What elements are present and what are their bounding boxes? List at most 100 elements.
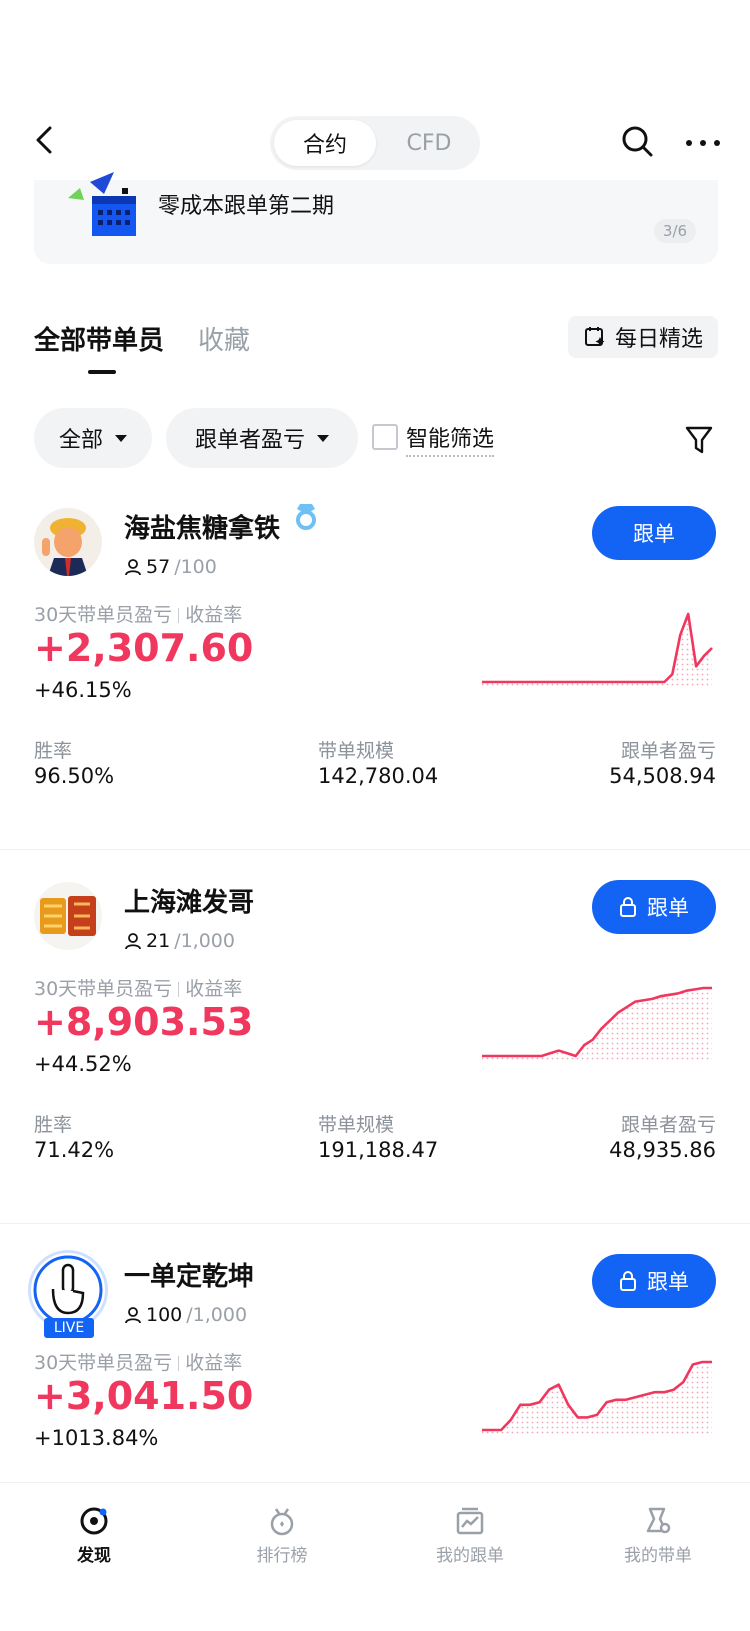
active-tab-indicator: [88, 370, 116, 374]
follow-label: 跟单: [647, 896, 689, 920]
lock-icon: [620, 1271, 636, 1291]
metric-label: 30天带单员盈亏 收益率: [34, 974, 242, 1001]
pnl-sparkline: [482, 986, 712, 1062]
user-icon: [125, 933, 141, 950]
nav-my-copy[interactable]: 我的跟单: [410, 1505, 530, 1566]
pnl-value: +3,041.50: [34, 1374, 254, 1418]
follower-capacity: /1,000: [174, 930, 235, 952]
sort-filter-label: 跟单者盈亏: [194, 428, 305, 453]
win-rate-value: 96.50%: [34, 764, 115, 788]
follower-capacity: /1,000: [186, 1304, 248, 1326]
banner-page-indicator: 3/6: [654, 219, 696, 243]
separator: [178, 1356, 180, 1371]
return-rate-label: 收益率: [185, 978, 243, 1000]
trader-card[interactable]: LIVE 一单定乾坤 100/1,000 跟单 30天带单员盈亏 收益率 +3,0…: [0, 1226, 750, 1482]
follower-pnl-value: 54,508.94: [609, 764, 716, 788]
follower-current: 21: [146, 930, 171, 952]
separator: [178, 608, 180, 623]
ranking-icon: [270, 1508, 294, 1536]
user-icon: [125, 1307, 141, 1324]
pnl-sparkline: [482, 612, 713, 688]
funnel-icon: [685, 426, 713, 454]
diamond-ring-icon: [296, 504, 316, 530]
smart-filter-label[interactable]: 智能筛选: [406, 421, 495, 457]
trader-card[interactable]: 海盐焦糖拿铁 57/100 跟单 30天带单员盈亏 收益率 +2,307.60 +…: [0, 478, 750, 850]
follower-count: 57/100: [124, 556, 217, 578]
daily-pick-label: 每日精选: [614, 327, 703, 352]
follower-count: 100/1,000: [124, 1304, 247, 1326]
trader-card[interactable]: 上海滩发哥 21/1,000 跟单 30天带单员盈亏 收益率 +8,903.53 …: [0, 852, 750, 1224]
pnl-sparkline: [482, 1360, 712, 1436]
win-rate-label: 胜率: [34, 740, 73, 762]
metric-label: 30天带单员盈亏 收益率: [34, 600, 242, 627]
follower-current: 57: [146, 556, 171, 578]
follow-button[interactable]: 跟单: [592, 506, 716, 560]
live-badge: LIVE: [44, 1318, 94, 1338]
chevron-left-icon: [36, 126, 52, 154]
follow-label: 跟单: [647, 1270, 689, 1294]
sparkle-calendar-icon: [584, 327, 605, 346]
scale-value: 191,188.47: [318, 1138, 439, 1162]
pnl-30d-label: 30天带单员盈亏: [34, 604, 173, 626]
scope-filter-label: 全部: [58, 428, 103, 453]
follower-pnl-value: 48,935.86: [609, 1138, 716, 1162]
trader-name: 海盐焦糖拿铁: [124, 514, 281, 544]
follow-button[interactable]: 跟单: [592, 1254, 716, 1308]
avatar: [34, 882, 102, 950]
search-button[interactable]: [620, 124, 654, 160]
nav-label: 发现: [77, 1546, 111, 1566]
more-button[interactable]: [683, 126, 723, 160]
back-button[interactable]: [30, 120, 60, 160]
rocket-calendar-illustration: [60, 170, 140, 240]
pnl-value: +2,307.60: [34, 626, 254, 670]
follower-current: 100: [146, 1304, 183, 1326]
pnl-30d-label: 30天带单员盈亏: [34, 1352, 173, 1374]
follow-label: 跟单: [633, 522, 675, 546]
sort-filter-dropdown[interactable]: 跟单者盈亏: [166, 408, 358, 468]
card-divider: [0, 849, 750, 850]
win-rate-value: 71.42%: [34, 1138, 115, 1162]
avatar: [34, 508, 102, 576]
trader-name: 上海滩发哥: [124, 888, 255, 918]
nav-label: 我的跟单: [436, 1546, 504, 1566]
nav-label: 我的带单: [624, 1546, 692, 1566]
return-rate-label: 收益率: [185, 1352, 243, 1374]
win-rate-label: 胜率: [34, 1114, 73, 1136]
nav-discover[interactable]: 发现: [34, 1505, 154, 1566]
tab-all-leaders[interactable]: 全部带单员: [34, 320, 164, 357]
more-icon: [686, 140, 720, 146]
metric-label: 30天带单员盈亏 收益率: [34, 1348, 242, 1375]
lock-icon: [620, 897, 636, 917]
return-rate-label: 收益率: [185, 604, 243, 626]
tab-favorites[interactable]: 收藏: [198, 320, 250, 357]
nav-label: 排行榜: [256, 1546, 308, 1566]
caret-down-icon: [115, 434, 127, 442]
nav-my-lead[interactable]: 我的带单: [598, 1505, 718, 1566]
follower-capacity: /100: [174, 556, 217, 578]
scale-label: 带单规模: [318, 1114, 395, 1136]
user-icon: [125, 559, 141, 576]
caret-down-icon: [317, 434, 329, 442]
follow-button[interactable]: 跟单: [592, 880, 716, 934]
return-rate-value: +1013.84%: [34, 1426, 159, 1450]
segment-contract[interactable]: 合约: [274, 120, 376, 166]
daily-pick-button[interactable]: 每日精选: [568, 316, 718, 358]
card-divider: [0, 1223, 750, 1224]
filter-button[interactable]: [684, 424, 714, 456]
return-rate-value: +44.52%: [34, 1052, 132, 1076]
segment-cfd[interactable]: CFD: [382, 120, 476, 166]
search-icon: [622, 126, 653, 157]
sparkline-area: [482, 1362, 712, 1436]
pnl-value: +8,903.53: [34, 1000, 254, 1044]
nav-ranking[interactable]: 排行榜: [222, 1505, 342, 1566]
scope-filter-dropdown[interactable]: 全部: [34, 408, 152, 468]
discover-icon: [80, 1507, 108, 1535]
sparkline-area: [482, 988, 712, 1062]
trader-name: 一单定乾坤: [124, 1262, 255, 1292]
smart-filter-checkbox[interactable]: [372, 424, 398, 450]
my-copy-icon: [456, 1507, 484, 1535]
banner-title: 零成本跟单第二期: [158, 194, 335, 219]
scale-label: 带单规模: [318, 740, 395, 762]
return-rate-value: +46.15%: [34, 678, 132, 702]
bottom-nav: 发现 排行榜 我的跟单 我的带单: [0, 1482, 750, 1631]
